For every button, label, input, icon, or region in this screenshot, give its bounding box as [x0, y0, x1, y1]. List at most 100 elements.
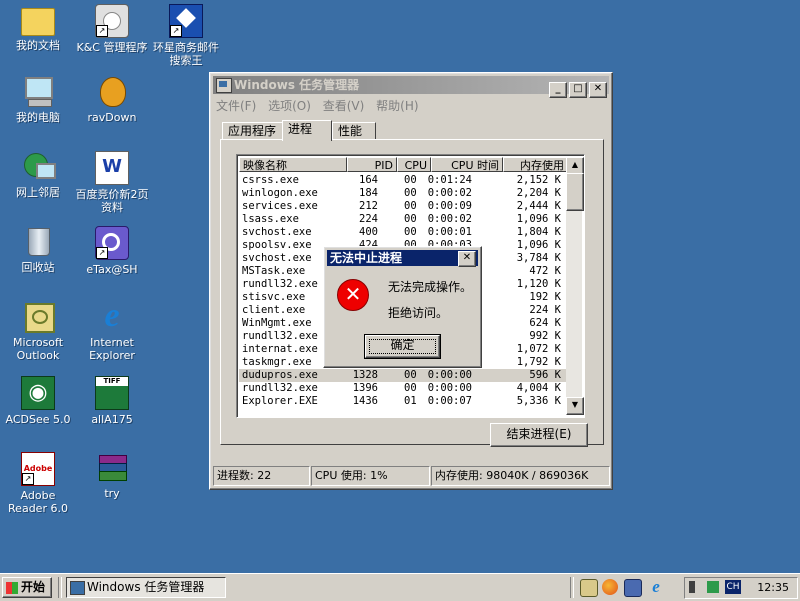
internet-explorer-quicklaunch-icon[interactable]: e: [648, 578, 664, 595]
close-button[interactable]: ✕: [589, 82, 607, 98]
process-cpu-cell: 00: [404, 200, 417, 212]
table-row[interactable]: dudupros.exe 1328 00 0:00:00 596 K: [239, 369, 566, 382]
tab-performance[interactable]: 性能: [332, 122, 376, 140]
status-bar: 进程数: 22 CPU 使用: 1% 内存使用: 98040K / 869036…: [213, 466, 610, 486]
dialog-titlebar[interactable]: 无法中止进程 ✕: [327, 250, 478, 267]
process-memory-cell: 3,784 K: [516, 252, 561, 264]
process-list-scrollbar[interactable]: ▲ ▼: [566, 157, 584, 415]
maximize-button[interactable]: □: [569, 82, 587, 98]
column-cpu-time[interactable]: CPU 时间: [431, 157, 503, 172]
network-tray-icon[interactable]: [707, 581, 719, 593]
desktop-icon-kc-manager[interactable]: ↗ K&C 管理程序: [74, 4, 150, 54]
desktop-icon-acdsee[interactable]: ◉ ACDSee 5.0: [0, 376, 76, 426]
desktop-icon-label: 我的文档: [16, 39, 60, 52]
task-manager-titlebar[interactable]: Windows 任务管理器 _ □ ✕: [213, 76, 609, 98]
menu-options[interactable]: 选项(O): [268, 99, 311, 113]
show-desktop-icon[interactable]: [580, 579, 598, 597]
process-memory-cell: 2,204 K: [516, 187, 561, 199]
desktop-icon-baidu-doc[interactable]: W 百度竞价新2页资料: [74, 151, 150, 214]
desktop-icon-adobe-reader[interactable]: Adobe ↗ Adobe Reader 6.0: [0, 452, 76, 515]
process-pid-cell: 1328: [352, 369, 378, 381]
firefox-icon[interactable]: [602, 579, 618, 595]
table-row[interactable]: services.exe 212 00 0:00:09 2,444 K: [239, 200, 566, 213]
process-name-cell: rundll32.exe: [242, 330, 318, 342]
minimize-button[interactable]: _: [549, 82, 567, 98]
desktop-icon-label: Microsoft Outlook: [12, 336, 64, 362]
column-cpu[interactable]: CPU: [397, 157, 431, 172]
process-name-cell: spoolsv.exe: [242, 239, 312, 251]
desktop-icon-internet-explorer[interactable]: e Internet Explorer: [74, 299, 150, 363]
process-memory-cell: 1,792 K: [516, 356, 561, 368]
focus-rectangle: [369, 339, 436, 354]
start-button[interactable]: 开始: [2, 577, 52, 598]
desktop-icon-try[interactable]: try: [74, 452, 150, 500]
taskbar: 开始 Windows 任务管理器 e CH 12:35: [0, 573, 800, 601]
process-cpu-cell: 00: [404, 174, 417, 186]
menu-file[interactable]: 文件(F): [216, 99, 256, 113]
status-memory-usage: 内存使用: 98040K / 869036K: [431, 466, 610, 486]
process-cpu-time-cell: 0:00:07: [427, 395, 472, 407]
process-memory-cell: 5,336 K: [516, 395, 561, 407]
desktop-icon-outlook[interactable]: Microsoft Outlook: [0, 301, 76, 362]
scroll-thumb[interactable]: [566, 173, 584, 211]
desktop-icon-my-documents[interactable]: 我的文档: [0, 4, 76, 52]
shortcut-arrow-icon: ↗: [22, 473, 34, 485]
process-cpu-time-cell: 0:01:24: [427, 174, 472, 186]
quick-launch-separator: [570, 577, 574, 598]
process-cpu-time-cell: 0:00:02: [427, 187, 472, 199]
email-search-icon: ↗: [169, 4, 203, 38]
recycle-bin-icon: [22, 226, 54, 258]
process-cpu-time-cell: 0:00:00: [427, 369, 472, 381]
task-manager-app-icon: [216, 78, 232, 93]
language-indicator[interactable]: CH: [725, 580, 741, 594]
dialog-close-button[interactable]: ✕: [458, 251, 476, 267]
desktop-icon-label: ravDown: [87, 111, 137, 124]
dialog-title: 无法中止进程: [330, 251, 403, 265]
taskbar-item-task-manager[interactable]: Windows 任务管理器: [66, 577, 226, 598]
tab-processes[interactable]: 进程: [282, 120, 332, 141]
process-memory-cell: 224 K: [529, 304, 561, 316]
table-row[interactable]: winlogon.exe 184 00 0:00:02 2,204 K: [239, 187, 566, 200]
status-cpu-usage: CPU 使用: 1%: [311, 466, 430, 486]
column-memory[interactable]: 内存使用: [503, 157, 568, 172]
desktop-icon-network[interactable]: 网上邻居: [0, 151, 76, 199]
desktop-icon-email-search[interactable]: ↗ 环星商务邮件搜索王: [148, 4, 224, 67]
process-name-cell: svchost.exe: [242, 226, 312, 238]
folder-icon: [21, 8, 55, 36]
process-cpu-cell: 00: [404, 213, 417, 225]
column-pid[interactable]: PID: [347, 157, 397, 172]
media-player-icon[interactable]: [624, 579, 642, 597]
desktop-icon-ravdown[interactable]: ravDown: [74, 76, 150, 124]
desktop-icon-label: 网上邻居: [16, 186, 60, 199]
volume-icon[interactable]: [689, 581, 701, 593]
column-image-name[interactable]: 映像名称: [239, 157, 347, 172]
outlook-icon: [22, 301, 55, 333]
end-process-button[interactable]: 结束进程(E): [490, 423, 588, 447]
table-row[interactable]: csrss.exe 164 00 0:01:24 2,152 K: [239, 174, 566, 187]
desktop-icon-recycle-bin[interactable]: 回收站: [0, 226, 76, 274]
status-process-count: 进程数: 22: [213, 466, 310, 486]
process-pid-cell: 164: [359, 174, 378, 186]
menu-help[interactable]: 帮助(H): [376, 99, 418, 113]
desktop-icon-etax[interactable]: ↗ eTax@SH: [74, 226, 150, 276]
process-name-cell: winlogon.exe: [242, 187, 318, 199]
desktop-icon-label: 环星商务邮件搜索王: [153, 41, 219, 67]
process-cpu-time-cell: 0:00:00: [427, 382, 472, 394]
ok-button[interactable]: 确定: [364, 334, 441, 359]
dialog-message-line2: 拒绝访问。: [388, 306, 449, 320]
desktop-icon-my-computer[interactable]: 我的电脑: [0, 76, 76, 124]
error-icon: ✕: [337, 279, 369, 311]
table-row[interactable]: Explorer.EXE 1436 01 0:00:07 5,336 K: [239, 395, 566, 408]
table-row[interactable]: lsass.exe 224 00 0:00:02 1,096 K: [239, 213, 566, 226]
tab-applications[interactable]: 应用程序: [222, 122, 284, 140]
process-name-cell: internat.exe: [242, 343, 318, 355]
word-glyph: W: [102, 156, 122, 177]
process-name-cell: csrss.exe: [242, 174, 299, 186]
table-row[interactable]: svchost.exe 400 00 0:00:01 1,804 K: [239, 226, 566, 239]
process-pid-cell: 1396: [352, 382, 378, 394]
scroll-down-arrow-icon[interactable]: ▼: [566, 397, 584, 415]
menu-view[interactable]: 查看(V): [323, 99, 365, 113]
desktop-icon-alla175[interactable]: TIFF allA175: [74, 376, 150, 426]
adobe-reader-icon: Adobe ↗: [21, 452, 55, 486]
table-row[interactable]: rundll32.exe 1396 00 0:00:00 4,004 K: [239, 382, 566, 395]
